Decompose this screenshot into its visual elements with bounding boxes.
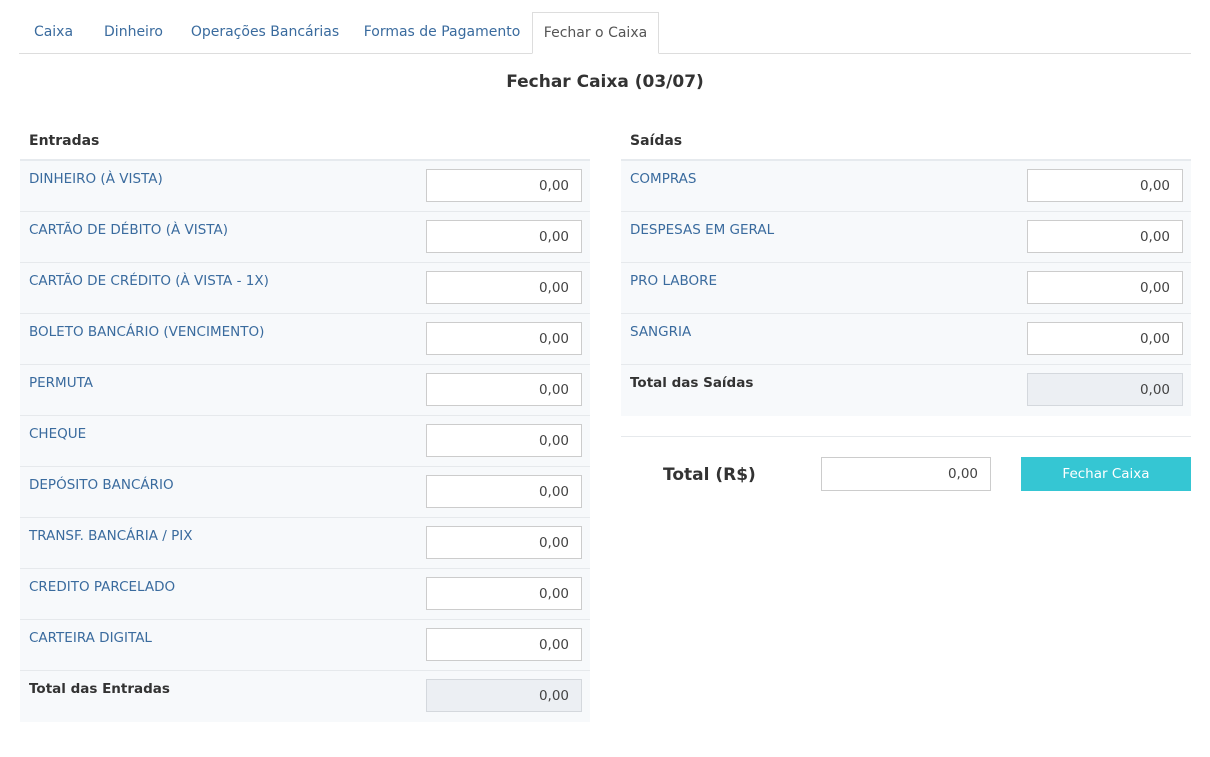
entradas-panel: Entradas DINHEIRO (À VISTA) CARTÃO DE DÉ…	[20, 121, 590, 722]
tab-fechar-o-caixa[interactable]: Fechar o Caixa	[532, 12, 659, 54]
row-label: PRO LABORE	[630, 273, 718, 289]
boleto-input[interactable]	[426, 322, 582, 355]
tab-caixa[interactable]: Caixa	[19, 12, 88, 54]
row-label: SANGRIA	[630, 324, 692, 340]
row-label: BOLETO BANCÁRIO (VENCIMENTO)	[29, 324, 265, 340]
sangria-input[interactable]	[1027, 322, 1183, 355]
saida-row-despesas: DESPESAS EM GERAL	[621, 212, 1191, 263]
row-label: TRANSF. BANCÁRIA / PIX	[29, 528, 193, 544]
deposito-input[interactable]	[426, 475, 582, 508]
entrada-row-total: Total das Entradas	[20, 671, 590, 722]
row-label: COMPRAS	[630, 171, 697, 187]
row-label: PERMUTA	[29, 375, 94, 391]
tab-bar: Caixa Dinheiro Operações Bancárias Forma…	[19, 12, 1191, 54]
total-input[interactable]	[821, 457, 991, 491]
saida-row-compras: COMPRAS	[621, 161, 1191, 212]
row-label: DEPÓSITO BANCÁRIO	[29, 477, 174, 493]
credito-parcelado-input[interactable]	[426, 577, 582, 610]
entrada-row-carteira-digital: CARTEIRA DIGITAL	[20, 620, 590, 671]
entradas-heading: Entradas	[20, 121, 590, 161]
total-saidas-field	[1027, 373, 1183, 406]
entrada-row-credito-parcelado: CREDITO PARCELADO	[20, 569, 590, 620]
saidas-panel: Saídas COMPRAS DESPESAS EM GERAL PRO LAB…	[621, 121, 1191, 416]
entrada-row-cartao-debito: CARTÃO DE DÉBITO (À VISTA)	[20, 212, 590, 263]
cheque-input[interactable]	[426, 424, 582, 457]
dinheiro-input[interactable]	[426, 169, 582, 202]
carteira-digital-input[interactable]	[426, 628, 582, 661]
pro-labore-input[interactable]	[1027, 271, 1183, 304]
transf-pix-input[interactable]	[426, 526, 582, 559]
entrada-row-cheque: CHEQUE	[20, 416, 590, 467]
row-label: CARTÃO DE CRÉDITO (À VISTA - 1X)	[29, 273, 269, 289]
entrada-row-cartao-credito: CARTÃO DE CRÉDITO (À VISTA - 1X)	[20, 263, 590, 314]
row-label: CREDITO PARCELADO	[29, 579, 176, 595]
entrada-row-permuta: PERMUTA	[20, 365, 590, 416]
saida-row-pro-labore: PRO LABORE	[621, 263, 1191, 314]
permuta-input[interactable]	[426, 373, 582, 406]
total-entradas-label: Total das Entradas	[29, 681, 170, 697]
total-label: Total (R$)	[663, 465, 756, 485]
fechar-caixa-button[interactable]: Fechar Caixa	[1021, 457, 1191, 491]
row-label: CARTÃO DE DÉBITO (À VISTA)	[29, 222, 228, 238]
despesas-input[interactable]	[1027, 220, 1183, 253]
tab-operacoes-bancarias[interactable]: Operações Bancárias	[179, 12, 351, 54]
total-entradas-field	[426, 679, 582, 712]
saida-row-sangria: SANGRIA	[621, 314, 1191, 365]
saidas-heading: Saídas	[621, 121, 1191, 161]
tab-formas-de-pagamento[interactable]: Formas de Pagamento	[352, 12, 532, 54]
tab-dinheiro[interactable]: Dinheiro	[89, 12, 178, 54]
compras-input[interactable]	[1027, 169, 1183, 202]
page-title: Fechar Caixa (03/07)	[506, 72, 704, 92]
row-label: CARTEIRA DIGITAL	[29, 630, 152, 646]
cartao-debito-input[interactable]	[426, 220, 582, 253]
entrada-row-transf-pix: TRANSF. BANCÁRIA / PIX	[20, 518, 590, 569]
row-label: CHEQUE	[29, 426, 87, 442]
row-label: DINHEIRO (À VISTA)	[29, 171, 163, 187]
entrada-row-boleto: BOLETO BANCÁRIO (VENCIMENTO)	[20, 314, 590, 365]
total-saidas-label: Total das Saídas	[630, 375, 754, 391]
entrada-row-dinheiro: DINHEIRO (À VISTA)	[20, 161, 590, 212]
summary-divider	[621, 436, 1191, 437]
entrada-row-deposito: DEPÓSITO BANCÁRIO	[20, 467, 590, 518]
row-label: DESPESAS EM GERAL	[630, 222, 775, 238]
saida-row-total: Total das Saídas	[621, 365, 1191, 416]
cartao-credito-input[interactable]	[426, 271, 582, 304]
